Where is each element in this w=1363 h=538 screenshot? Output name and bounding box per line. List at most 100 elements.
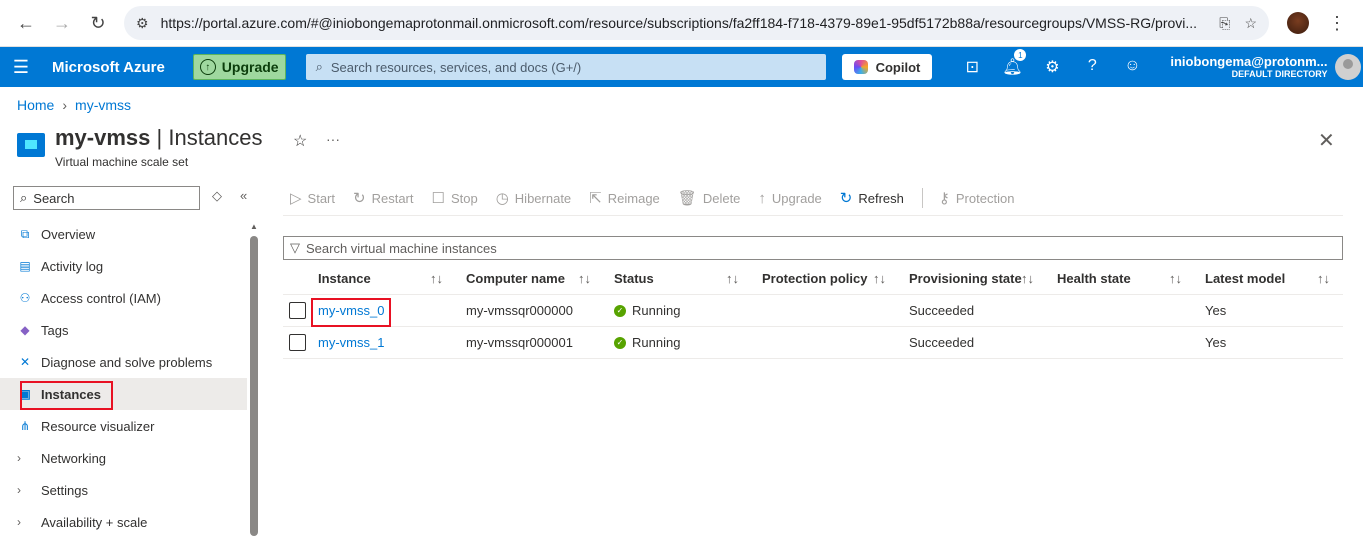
hibernate-button[interactable]: ◷ Hibernate (496, 189, 571, 207)
sort-icon[interactable]: ↑↓ (578, 271, 591, 286)
start-button[interactable]: ▷ Start (290, 189, 335, 207)
upgrade-button[interactable]: ↑ Upgrade (192, 54, 286, 80)
chevron-right-icon: › (62, 97, 68, 113)
bookmark-star-icon[interactable]: ☆ (1244, 15, 1257, 32)
latest-model-cell: Yes (1205, 303, 1227, 318)
menu-item-tags[interactable]: ◆ Tags (0, 314, 247, 346)
user-directory: DEFAULT DIRECTORY (1231, 69, 1328, 80)
resource-menu: ⌕ Search ◇ « ⧉ Overview ▤ Activity log ⚇ Ac… (0, 186, 260, 538)
instances-table: Instance ↑↓ Computer name ↑↓ Status ↑↓ P… (283, 263, 1343, 359)
column-header-protection-policy[interactable]: Protection policy (762, 271, 867, 286)
user-name: iniobongema@protonm... (1170, 53, 1328, 69)
overview-icon: ⧉ (20, 226, 30, 241)
menu-item-resource-visualizer[interactable]: ⋔ Resource visualizer (0, 410, 247, 442)
column-header-status[interactable]: Status (614, 271, 654, 286)
forward-icon[interactable]: → (44, 5, 80, 41)
portal-brand[interactable]: Microsoft Azure (52, 59, 165, 76)
title-separator: | (150, 125, 169, 150)
expand-collapse-icon[interactable]: ◇ (212, 188, 222, 204)
browser-profile-avatar[interactable] (1287, 12, 1309, 34)
site-settings-icon[interactable]: ⚙ (136, 15, 149, 32)
notification-badge: 1 (1014, 49, 1027, 61)
menu-search-placeholder: Search (33, 190, 75, 206)
column-header-latest-model[interactable]: Latest model (1205, 271, 1285, 286)
account-menu[interactable]: iniobongema@protonm... DEFAULT DIRECTORY (1170, 54, 1327, 80)
url-text: https://portal.azure.com/#@iniobongemapr… (160, 15, 1198, 31)
breadcrumb-resource[interactable]: my-vmss (75, 97, 131, 113)
more-options-icon[interactable]: ··· (326, 131, 340, 147)
sort-icon[interactable]: ↑↓ (873, 271, 886, 286)
search-icon: ⌕ (315, 59, 323, 74)
menu-scrollbar[interactable]: ▲ (250, 222, 258, 536)
play-icon: ▷ (290, 190, 302, 207)
address-bar[interactable]: ⚙ https://portal.azure.com/#@iniobongema… (124, 6, 1269, 40)
help-icon[interactable]: ? (1072, 57, 1112, 77)
page-title: my-vmss | Instances (55, 125, 263, 151)
reimage-button[interactable]: ⇱ Reimage (589, 189, 660, 207)
column-header-instance[interactable]: Instance (318, 271, 371, 286)
instance-link[interactable]: my-vmss_1 (318, 335, 384, 350)
notifications-icon[interactable]: 🔔︎ 1 (992, 49, 1032, 77)
scrollbar-thumb[interactable] (250, 236, 258, 536)
sort-icon[interactable]: ↑↓ (1169, 271, 1182, 286)
breadcrumb-home[interactable]: Home (17, 97, 54, 113)
menu-item-diagnose[interactable]: ✕ Diagnose and solve problems (0, 346, 247, 378)
column-header-health-state[interactable]: Health state (1057, 271, 1131, 286)
portal-menu-icon[interactable]: ☰ (0, 57, 42, 78)
provisioning-state-cell: Succeeded (909, 303, 975, 318)
table-row[interactable]: my-vmss_0 my-vmssqr000000 ✓ Running Succe… (283, 295, 1343, 327)
upgrade-label: Upgrade (221, 59, 279, 75)
menu-item-label: Activity log (41, 258, 104, 274)
menu-item-label: Networking (41, 450, 107, 466)
menu-item-iam[interactable]: ⚇ Access control (IAM) (0, 282, 247, 314)
row-checkbox[interactable] (289, 334, 306, 351)
install-icon[interactable]: ⎘ (1219, 15, 1230, 32)
menu-search-input[interactable]: ⌕ Search (13, 186, 200, 210)
menu-group-availability-scale[interactable]: › Availability + scale (0, 506, 247, 538)
menu-item-overview[interactable]: ⧉ Overview (0, 218, 247, 250)
menu-group-settings[interactable]: › Settings (0, 474, 247, 506)
stop-button[interactable]: ☐ Stop (432, 189, 478, 207)
sort-icon[interactable]: ↑↓ (726, 271, 739, 286)
menu-item-label: Availability + scale (41, 514, 148, 530)
refresh-button[interactable]: ↻ Refresh (840, 189, 904, 207)
sort-icon[interactable]: ↑↓ (430, 271, 443, 286)
copilot-button[interactable]: Copilot (841, 54, 933, 80)
page-name: Instances (168, 125, 263, 150)
page-header: my-vmss | Instances Virtual machine scal… (17, 125, 263, 169)
upgrade-instance-button[interactable]: ↑ Upgrade (758, 190, 821, 207)
chevron-right-icon: › (17, 515, 21, 529)
instance-filter-input[interactable]: ▽ Search virtual machine instances (283, 236, 1343, 260)
row-checkbox[interactable] (289, 302, 306, 319)
cloud-shell-icon[interactable]: ⊡ (952, 57, 992, 77)
delete-button[interactable]: 🗑︎ Delete (678, 189, 741, 207)
user-avatar[interactable] (1335, 54, 1362, 80)
menu-list: ⧉ Overview ▤ Activity log ⚇ Access control … (0, 218, 247, 538)
visualizer-icon: ⋔ (19, 419, 31, 433)
favorite-star-icon[interactable]: ☆ (293, 131, 307, 151)
command-bar: ▷ Start ↻ Restart ☐ Stop ◷ Hibernate ⇱ Reimag… (290, 186, 1032, 210)
back-icon[interactable]: ← (8, 5, 44, 41)
global-search-input[interactable]: ⌕ Search resources, services, and docs (… (305, 54, 826, 80)
breadcrumb: Home › my-vmss (17, 97, 131, 113)
copilot-icon (853, 60, 868, 74)
table-row[interactable]: my-vmss_1 my-vmssqr000001 ✓ Running Succe… (283, 327, 1343, 359)
collapse-menu-icon[interactable]: « (240, 188, 247, 203)
column-header-computer-name[interactable]: Computer name (466, 271, 565, 286)
status-cell: ✓ Running (614, 303, 680, 318)
feedback-icon[interactable]: ☺ (1112, 57, 1152, 77)
settings-gear-icon[interactable]: ⚙ (1032, 57, 1072, 77)
restart-button[interactable]: ↻ Restart (353, 189, 413, 207)
reload-icon[interactable]: ↻ (80, 5, 116, 41)
menu-group-networking[interactable]: › Networking (0, 442, 247, 474)
restart-label: Restart (371, 190, 414, 206)
menu-item-activity-log[interactable]: ▤ Activity log (0, 250, 247, 282)
menu-item-label: Diagnose and solve problems (41, 354, 213, 370)
browser-menu-icon[interactable]: ⋮ (1319, 5, 1355, 41)
sort-icon[interactable]: ↑↓ (1021, 271, 1034, 286)
close-icon[interactable]: ✕ (1318, 128, 1335, 153)
scroll-up-icon[interactable]: ▲ (250, 222, 258, 231)
sort-icon[interactable]: ↑↓ (1317, 271, 1330, 286)
column-header-provisioning-state[interactable]: Provisioning state (909, 271, 1022, 286)
protection-button[interactable]: ⚷ Protection (939, 189, 1015, 207)
